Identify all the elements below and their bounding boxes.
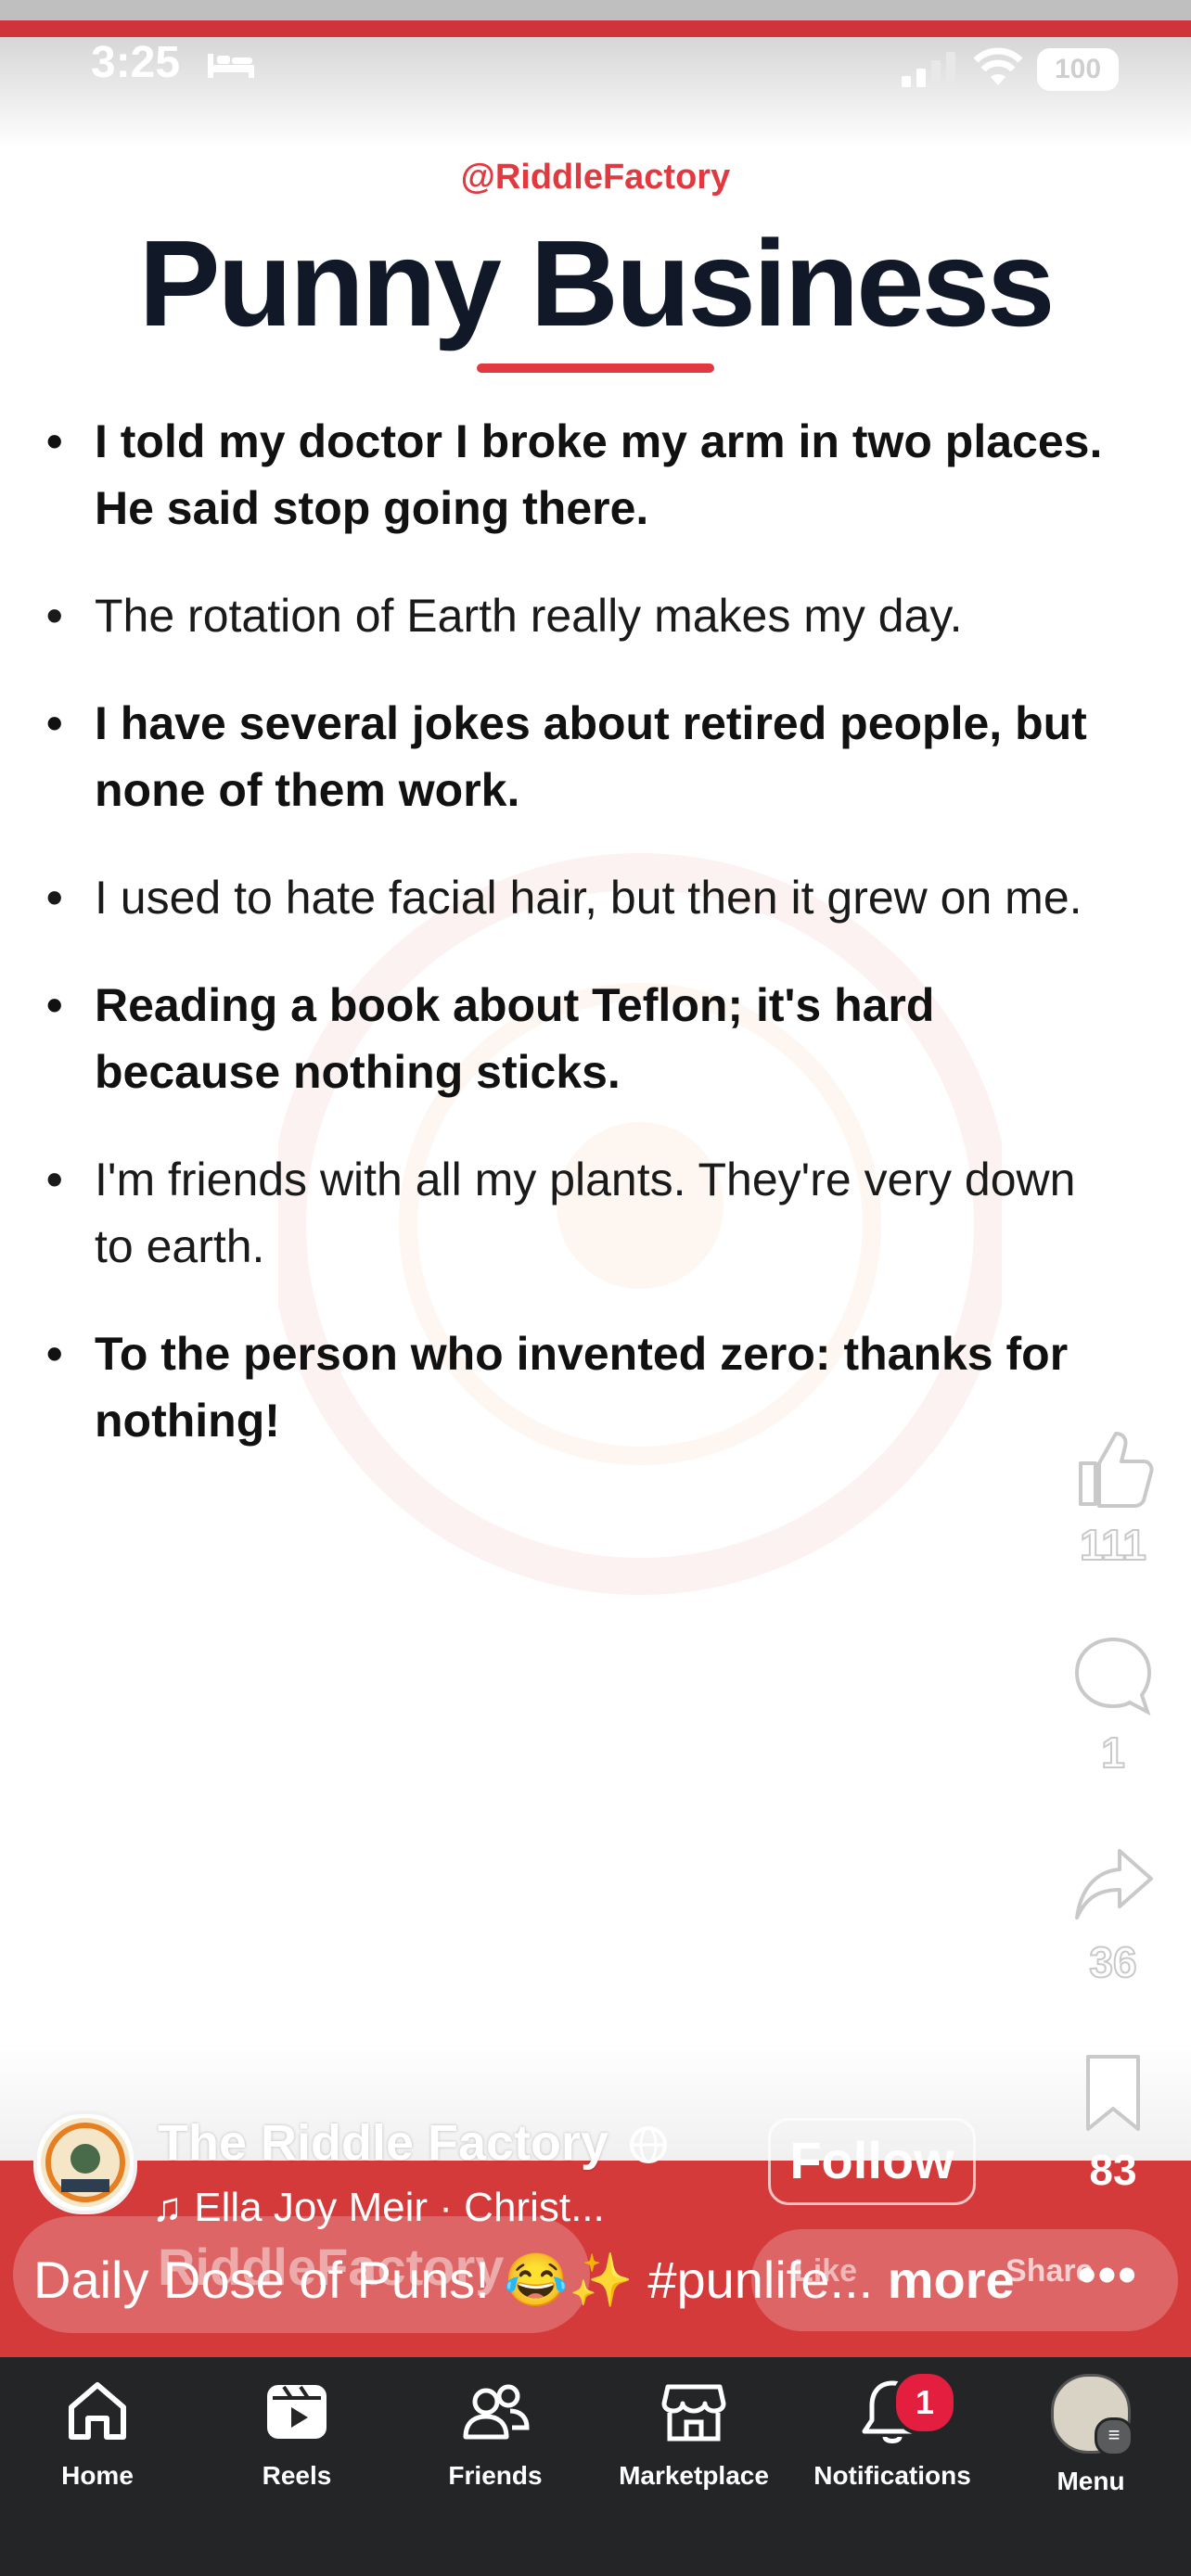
page-name[interactable]: The Riddle Factory — [158, 2114, 608, 2172]
pun-item: I'm friends with all my plants. They're … — [46, 1146, 1122, 1280]
battery-indicator: 100 — [1037, 48, 1119, 91]
pun-item: I told my doctor I broke my arm in two p… — [46, 408, 1122, 542]
riddle-factory-logo — [41, 2118, 130, 2207]
bookmark-icon — [1086, 2055, 1140, 2131]
nav-notifications-label: Notifications — [813, 2461, 971, 2490]
pun-list: I told my doctor I broke my arm in two p… — [46, 408, 1122, 1495]
share-action[interactable]: 36 — [1062, 1843, 1164, 1987]
comment-bubble-icon — [1074, 1637, 1152, 1716]
nav-friends[interactable]: Friends — [403, 2374, 588, 2491]
pun-item: Reading a book about Teflon; it's hard b… — [46, 972, 1122, 1105]
reels-icon — [267, 2385, 327, 2439]
marketplace-icon — [661, 2384, 726, 2442]
reel-caption[interactable]: Daily Dose of Puns! 😂✨ #punlife... more — [33, 2250, 1015, 2311]
page-avatar[interactable] — [33, 2111, 137, 2214]
comment-count: 1 — [1100, 1728, 1126, 1778]
nav-menu[interactable]: ≡ Menu — [998, 2374, 1184, 2496]
comment-action[interactable]: 1 — [1062, 1634, 1164, 1778]
title-underline — [477, 363, 714, 373]
sleep-mode-icon — [208, 54, 254, 78]
caption-more-link[interactable]: more — [888, 2251, 1015, 2309]
nav-marketplace-label: Marketplace — [619, 2461, 769, 2490]
share-arrow-icon — [1075, 1849, 1153, 1919]
nav-menu-label: Menu — [1057, 2467, 1125, 2495]
wifi-icon — [973, 47, 1023, 85]
status-time: 3:25 — [91, 38, 181, 87]
profile-avatar: ≡ — [1051, 2374, 1133, 2456]
top-accent-strip — [0, 20, 1191, 37]
hamburger-icon: ≡ — [1095, 2417, 1133, 2456]
like-count: 111 — [1079, 1520, 1147, 1570]
friends-icon — [463, 2384, 530, 2440]
caption-text: Daily Dose of Puns! 😂✨ #punlife... — [33, 2251, 874, 2309]
top-strip — [0, 0, 1191, 20]
thumbs-up-icon — [1079, 1432, 1154, 1508]
share-count: 36 — [1088, 1937, 1137, 1987]
more-options-icon[interactable]: ••• — [1078, 2244, 1138, 2304]
save-action[interactable]: 83 — [1062, 2051, 1164, 2195]
follow-button[interactable]: Follow — [768, 2118, 976, 2205]
globe-icon — [630, 2126, 667, 2163]
post-handle: @RiddleFactory — [460, 158, 731, 197]
nav-home-label: Home — [61, 2461, 134, 2490]
cellular-signal-icon — [902, 52, 955, 87]
pun-item: The rotation of Earth really makes my da… — [46, 582, 1122, 649]
nav-friends-label: Friends — [448, 2461, 543, 2490]
notification-badge: 1 — [892, 2370, 957, 2435]
nav-home[interactable]: Home — [5, 2374, 190, 2491]
pun-item: I used to hate facial hair, but then it … — [46, 864, 1122, 931]
like-action[interactable]: 111 — [1062, 1426, 1164, 1570]
save-count: 83 — [1089, 2146, 1137, 2194]
post-title: Punny Business — [138, 215, 1056, 351]
pun-item: To the person who invented zero: thanks … — [46, 1320, 1122, 1454]
nav-marketplace[interactable]: Marketplace — [601, 2374, 787, 2491]
nav-reels[interactable]: Reels — [204, 2374, 390, 2491]
pun-item: I have several jokes about retired peopl… — [46, 690, 1122, 823]
home-icon — [69, 2382, 126, 2440]
nav-reels-label: Reels — [262, 2461, 332, 2490]
